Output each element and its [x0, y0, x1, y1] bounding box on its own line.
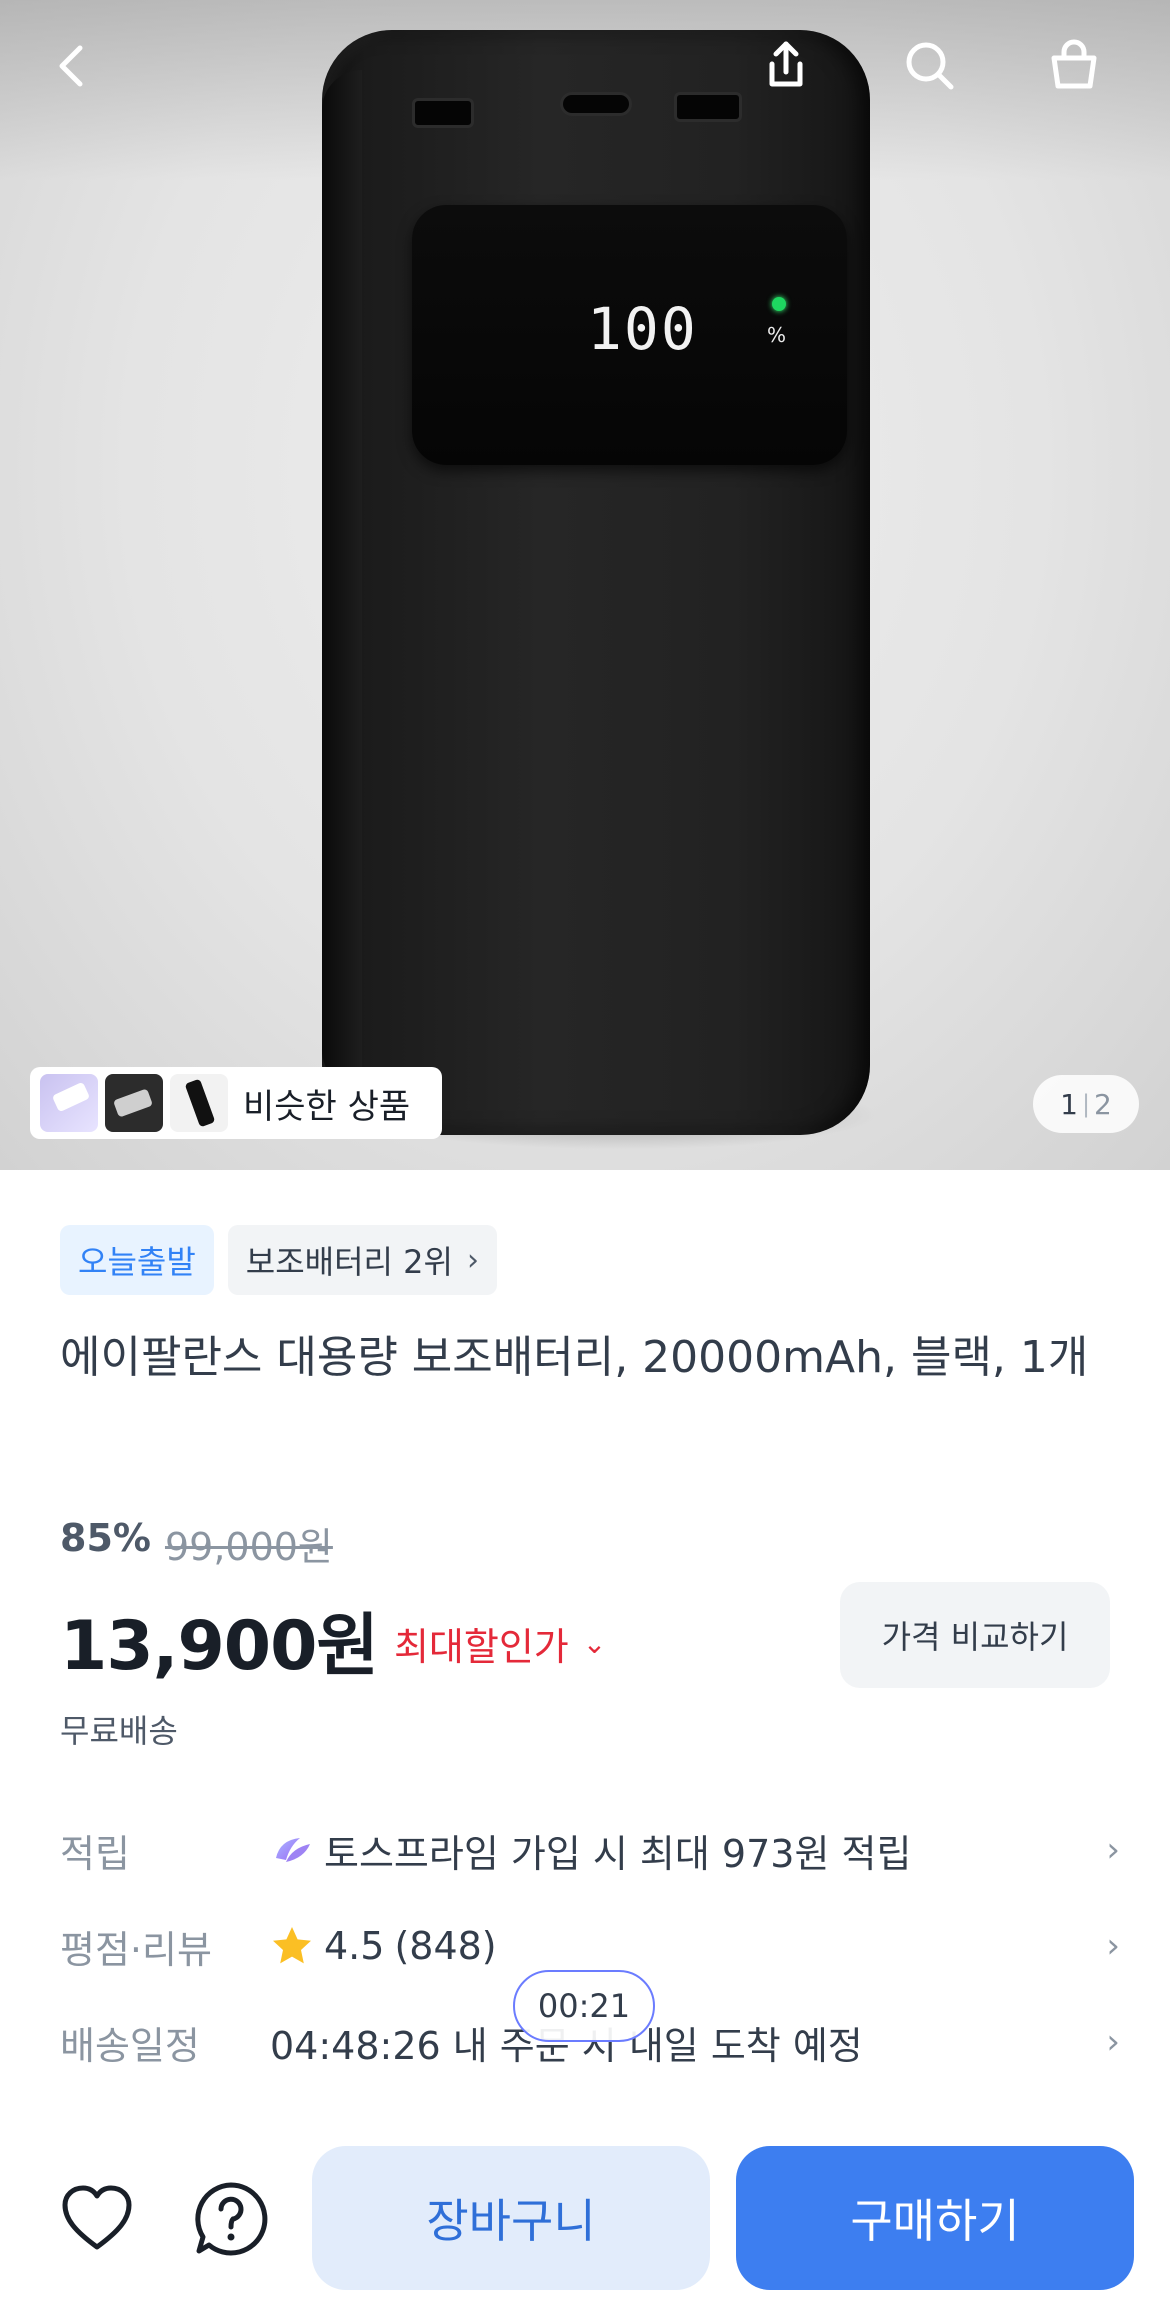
top-navigation — [0, 0, 1170, 130]
rating-value-wrap: 4.5 (848) — [270, 1924, 1080, 1968]
similar-thumbnail — [170, 1074, 228, 1132]
shipping-info: 무료배송 — [60, 1712, 178, 1750]
price-compare-button[interactable]: 가격 비교하기 — [840, 1582, 1110, 1688]
cart-button[interactable] — [1036, 28, 1112, 104]
charge-led — [772, 297, 786, 311]
back-icon — [59, 45, 83, 87]
discount-rate: 85% — [60, 1516, 151, 1560]
back-button[interactable] — [36, 28, 112, 104]
similar-products-button[interactable]: 비슷한 상품 — [30, 1067, 442, 1139]
similar-thumbnail — [105, 1074, 163, 1132]
toss-prime-icon — [276, 1838, 310, 1862]
timer-overlay: 00:21 — [513, 1970, 655, 2042]
points-label: 적립 — [60, 1831, 130, 1876]
rating-review-row[interactable]: 평점·리뷰 4.5 (848) › — [60, 1916, 1120, 1976]
share-icon — [769, 41, 803, 87]
star-icon — [273, 1927, 311, 1964]
price-row: 13,900원 최대할인가 ⌄ — [60, 1590, 606, 1689]
pager-current: 1 — [1060, 1087, 1078, 1121]
original-price-row: 85% 99,000원 — [60, 1516, 333, 1571]
add-to-cart-button[interactable]: 장바구니 — [312, 2146, 710, 2290]
question-chat-icon — [195, 2182, 268, 2256]
category-rank-label: 보조배터리 2위 — [245, 1243, 453, 1281]
image-pager: 1 | 2 — [1033, 1075, 1139, 1133]
pager-separator: | — [1081, 1090, 1091, 1118]
chevron-right-icon: › — [1106, 1830, 1120, 1870]
chevron-right-icon: › — [1106, 1926, 1120, 1966]
points-value-wrap: 토스프라임 가입 시 최대 973원 적립 — [270, 1823, 1080, 1878]
rating-label: 평점·리뷰 — [60, 1927, 212, 1972]
delivery-label: 배송일정 — [60, 2023, 200, 2068]
share-button[interactable] — [748, 28, 824, 104]
inquiry-button[interactable] — [186, 2174, 276, 2264]
search-button[interactable] — [892, 28, 968, 104]
wishlist-button[interactable] — [52, 2174, 142, 2264]
points-value: 토스프라임 가입 시 최대 973원 적립 — [324, 1831, 912, 1876]
search-icon — [906, 42, 954, 90]
heart-icon — [62, 2185, 132, 2250]
max-discount-toggle[interactable]: 최대할인가 ⌄ — [394, 1616, 606, 1671]
chevron-right-icon: › — [466, 1242, 479, 1278]
powerbank-display: 100 % — [412, 205, 847, 465]
today-shipping-tag: 오늘출발 — [60, 1225, 214, 1295]
powerbank-photo: 100 % — [322, 30, 870, 1135]
max-discount-label: 최대할인가 — [393, 1625, 569, 1669]
category-rank-tag[interactable]: 보조배터리 2위 › — [227, 1225, 497, 1295]
buy-now-button[interactable]: 구매하기 — [736, 2146, 1134, 2290]
pager-total: 2 — [1094, 1087, 1112, 1121]
similar-products-label: 비슷한 상품 — [243, 1086, 411, 1127]
similar-thumbnail — [40, 1074, 98, 1132]
points-row[interactable]: 적립 토스프라임 가입 시 최대 973원 적립 › — [60, 1820, 1120, 1880]
chevron-right-icon: › — [1106, 2022, 1120, 2062]
product-tags: 오늘출발 보조배터리 2위 › — [60, 1225, 497, 1295]
delivery-value: 04:48:26 내 주문 시 내일 도착 예정 — [270, 2023, 863, 2068]
display-unit: % — [767, 323, 787, 347]
original-price: 99,000원 — [164, 1525, 333, 1569]
rating-score: 4.5 — [324, 1924, 385, 1968]
product-image[interactable]: 100 % — [0, 0, 1170, 1170]
display-digits: 100 — [587, 295, 698, 363]
chevron-down-icon: ⌄ — [582, 1627, 607, 1660]
powerbank-side — [322, 70, 362, 1090]
product-title: 에이팔란스 대용량 보조배터리, 20000mAh, 블랙, 1개 — [60, 1332, 1089, 1383]
review-count: (848) — [394, 1924, 497, 1968]
sale-price: 13,900원 — [60, 1607, 379, 1686]
cart-bag-icon — [1051, 39, 1097, 89]
